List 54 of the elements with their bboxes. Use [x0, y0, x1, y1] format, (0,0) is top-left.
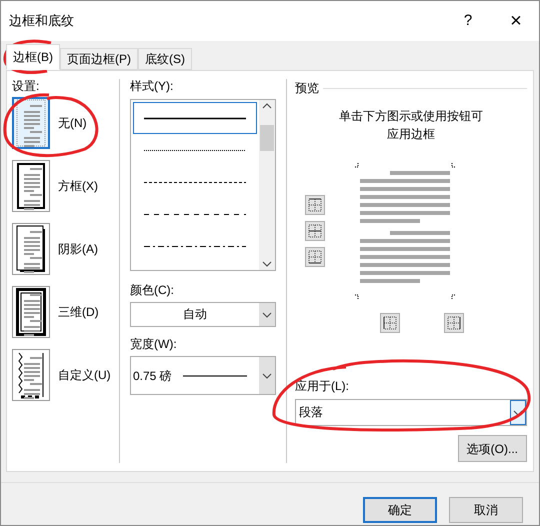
- border-position-icon: [306, 196, 324, 214]
- preview-hint: 单击下方图示或使用按钮可: [339, 108, 483, 125]
- ok-button[interactable]: 确定: [363, 497, 437, 523]
- help-button[interactable]: ?: [453, 10, 483, 32]
- line-style-list[interactable]: [130, 99, 276, 271]
- tab[interactable]: 底纹(S): [138, 48, 192, 70]
- border-toggle-button[interactable]: [305, 247, 325, 267]
- border-toggle-button[interactable]: [305, 221, 325, 241]
- line-style-option[interactable]: [133, 102, 257, 134]
- document-border-icon: [16, 99, 46, 147]
- style-label: 样式(Y):: [130, 78, 174, 95]
- border-position-icon: [306, 248, 324, 266]
- apply-to-dropdown[interactable]: 段落: [295, 399, 527, 426]
- setting-label: 方框(X): [58, 178, 98, 195]
- border-toggle-button[interactable]: [380, 313, 400, 333]
- border-toggle-button[interactable]: [305, 195, 325, 215]
- options-button[interactable]: 选项(O)...: [458, 435, 527, 462]
- color-label: 颜色(C):: [130, 282, 175, 299]
- line-width-sample: [183, 374, 248, 376]
- apply-to-label: 应用于(L):: [295, 378, 350, 395]
- scrollbar[interactable]: [259, 100, 275, 270]
- border-position-icon: [381, 314, 399, 332]
- setting-label: 无(N): [58, 115, 87, 132]
- chevron-down-icon: [513, 410, 523, 416]
- border-setting-option[interactable]: [12, 223, 50, 275]
- border-position-icon: [306, 222, 324, 240]
- border-setting-option[interactable]: [12, 349, 50, 401]
- border-setting-option[interactable]: [12, 286, 50, 338]
- tab[interactable]: 页面边框(P): [60, 48, 138, 70]
- document-border-icon: [16, 225, 46, 273]
- tab[interactable]: 边框(B): [6, 44, 60, 70]
- width-dropdown[interactable]: 0.75 磅: [130, 356, 276, 395]
- window-title: 边框和底纹: [9, 12, 75, 30]
- width-label: 宽度(W):: [130, 336, 178, 353]
- document-border-icon: [16, 288, 46, 336]
- chevron-down-icon: [262, 312, 272, 318]
- document-border-icon: [16, 351, 46, 399]
- scrollbar-thumb[interactable]: [260, 124, 274, 150]
- border-position-icon: [445, 314, 463, 332]
- chevron-up-icon: [262, 103, 272, 109]
- color-dropdown[interactable]: 自动: [130, 302, 276, 327]
- document-border-icon: [16, 162, 46, 210]
- settings-label: 设置:: [12, 78, 40, 95]
- close-button[interactable]: ×: [501, 6, 531, 36]
- border-toggle-button[interactable]: [444, 313, 464, 333]
- setting-label: 三维(D): [58, 304, 99, 321]
- preview-hint: 应用边框: [387, 126, 435, 143]
- setting-label: 阴影(A): [58, 241, 98, 258]
- preview-label: 预览: [295, 80, 319, 97]
- cancel-button[interactable]: 取消: [449, 497, 523, 523]
- chevron-down-icon: [262, 372, 272, 378]
- setting-label: 自定义(U): [58, 367, 111, 384]
- chevron-down-icon: [262, 261, 272, 267]
- border-setting-option[interactable]: [12, 160, 50, 212]
